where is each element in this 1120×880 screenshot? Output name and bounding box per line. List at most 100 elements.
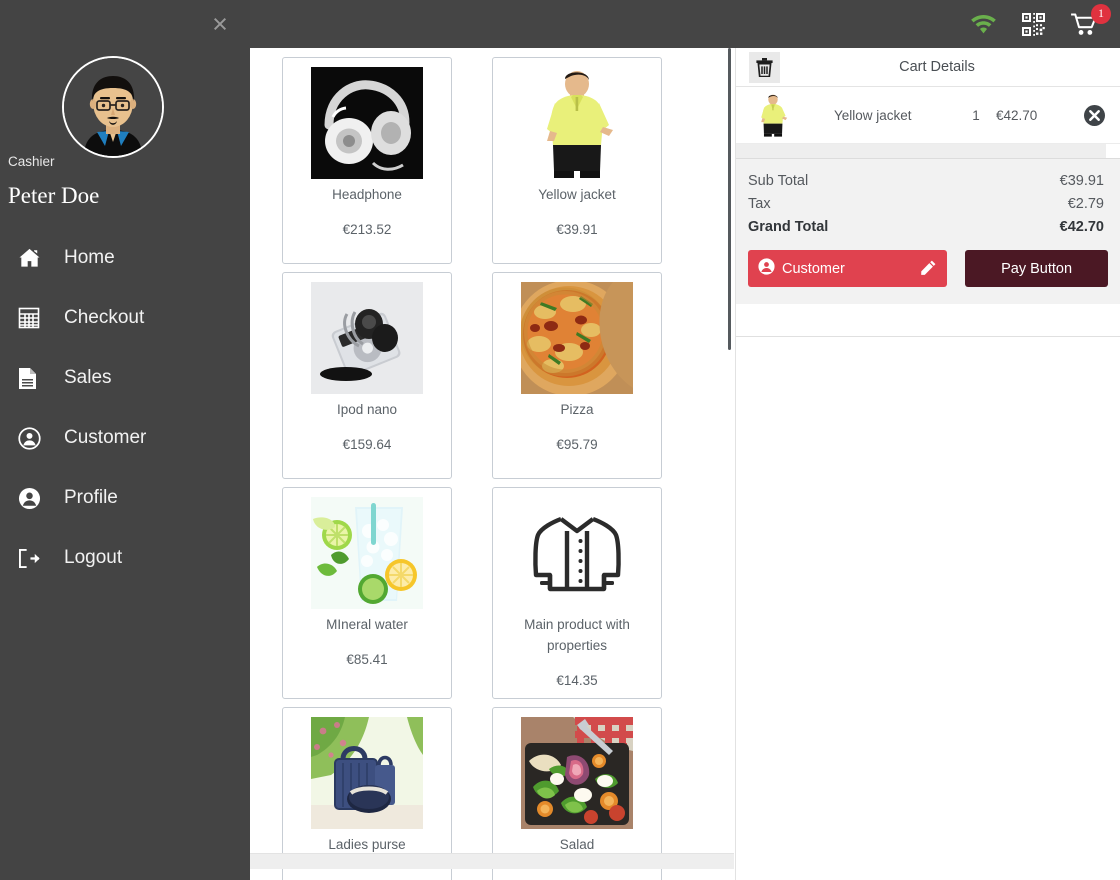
grand-total-value: €42.70: [1059, 219, 1104, 235]
avatar-illustration-icon: [64, 58, 162, 156]
product-image: [521, 67, 633, 179]
jacket-placeholder-icon: [533, 516, 621, 592]
product-price: €213.52: [342, 221, 392, 237]
cart-item-quantity: 1: [972, 107, 980, 123]
sidebar-item-logout[interactable]: Logout: [0, 528, 250, 588]
grid-gap: [452, 57, 492, 264]
product-name: Yellow jacket: [538, 187, 616, 202]
product-price: €159.64: [342, 436, 392, 452]
headphone-photo: [311, 67, 423, 179]
cart-horizontal-scrollbar[interactable]: [736, 144, 1120, 159]
sidebar: × Cashier Peter Doe Home Checkout Sales …: [0, 0, 250, 880]
subtotal-value: €39.91: [1059, 173, 1104, 189]
cart-panel: Cart Details Yellow jacket 1 €42.70 Sub …: [736, 48, 1120, 336]
sidebar-item-label: Customer: [64, 427, 147, 448]
pay-button[interactable]: Pay Button: [965, 250, 1108, 287]
cart-count-badge: 1: [1091, 3, 1111, 24]
pos-application: × Cashier Peter Doe Home Checkout Sales …: [0, 0, 1120, 880]
cart-actions: Customer Pay Button: [736, 239, 1120, 304]
cart-panel-bottom-edge: [736, 336, 1120, 337]
tax-value: €2.79: [1067, 196, 1104, 212]
subtotal-label: Sub Total: [748, 173, 809, 189]
sidebar-item-profile[interactable]: Profile: [0, 468, 250, 528]
product-image: [521, 716, 633, 829]
sidebar-item-label: Profile: [64, 487, 118, 508]
product-image: [311, 716, 423, 829]
cart-totals: Sub Total €39.91 Tax €2.79 Grand Total €…: [736, 159, 1120, 239]
mineral-water-photo: [311, 497, 423, 609]
yellow-jacket-photo: [521, 67, 633, 179]
product-card[interactable]: Yellow jacket €39.91: [492, 57, 662, 264]
product-name: Main product with properties: [524, 617, 630, 653]
salad-photo: [521, 716, 633, 829]
home-icon: [18, 248, 56, 268]
grand-total-label: Grand Total: [748, 219, 829, 235]
product-card[interactable]: Pizza €95.79: [492, 272, 662, 479]
wifi-icon[interactable]: [971, 14, 996, 34]
product-name: Ipod nano: [336, 402, 398, 417]
product-card[interactable]: Headphone €213.52: [282, 57, 452, 264]
sidebar-close-icon[interactable]: ×: [204, 8, 236, 40]
sidebar-item-customer[interactable]: Customer: [0, 408, 250, 468]
trash-icon: [756, 58, 773, 77]
clear-cart-button[interactable]: [749, 52, 780, 83]
document-icon: [18, 367, 56, 390]
product-image: [521, 497, 633, 609]
tax-label: Tax: [748, 196, 771, 212]
qrcode-icon[interactable]: [1022, 12, 1045, 36]
grand-total-row: Grand Total €42.70: [748, 216, 1104, 239]
product-pane-horizontal-scrollbar[interactable]: [250, 853, 734, 869]
product-name: Pizza: [560, 402, 594, 417]
grid-gap: [452, 487, 492, 699]
cart-item-row[interactable]: Yellow jacket 1 €42.70: [736, 87, 1120, 144]
product-name: Headphone: [332, 187, 402, 202]
product-card[interactable]: MIneral water €85.41: [282, 487, 452, 699]
avatar: [62, 56, 164, 158]
cart-item-remove-button[interactable]: [1068, 104, 1120, 126]
user-role-label: Cashier: [8, 154, 55, 169]
cart-details-title: Cart Details: [899, 59, 975, 75]
sidebar-nav: Home Checkout Sales Customer Profile Log…: [0, 228, 250, 588]
sidebar-item-label: Logout: [64, 547, 123, 568]
calculator-icon: [18, 307, 56, 329]
ladies-purse-photo: [311, 716, 423, 829]
cart-item-price: €42.70: [996, 107, 1038, 123]
tax-row: Tax €2.79: [748, 193, 1104, 216]
sidebar-item-checkout[interactable]: Checkout: [0, 288, 250, 348]
product-image: [521, 282, 633, 394]
cart-item-name: Yellow jacket: [834, 107, 912, 123]
pizza-photo: [521, 282, 633, 394]
pencil-icon[interactable]: [921, 260, 936, 279]
product-image: [311, 67, 423, 179]
user-circle-icon: [18, 426, 56, 450]
sidebar-item-home[interactable]: Home: [0, 228, 250, 288]
shopping-cart-icon[interactable]: 1: [1071, 3, 1111, 36]
pay-button-label: Pay Button: [1001, 260, 1073, 277]
logout-icon: [18, 548, 56, 569]
product-price: €85.41: [346, 651, 388, 667]
subtotal-row: Sub Total €39.91: [748, 170, 1104, 193]
product-grid: Headphone €213.52 Yellow jacket €39.91 I…: [282, 57, 662, 880]
ipod-nano-photo: [311, 282, 423, 394]
user-avatar-icon: [18, 487, 56, 510]
product-price: €95.79: [556, 436, 598, 452]
customer-button[interactable]: Customer: [748, 250, 948, 287]
customer-button-label: Customer: [782, 260, 845, 277]
product-pane-scrollbar-thumb[interactable]: [728, 48, 731, 350]
sidebar-item-label: Sales: [64, 367, 112, 388]
product-image: [311, 497, 423, 609]
product-grid-pane: Headphone €213.52 Yellow jacket €39.91 I…: [250, 48, 736, 880]
product-card[interactable]: Main product with properties €14.35: [492, 487, 662, 699]
sidebar-item-sales[interactable]: Sales: [0, 348, 250, 408]
grid-gap: [452, 272, 492, 479]
yellow-jacket-photo: [751, 93, 795, 137]
product-price: €14.35: [556, 672, 598, 688]
user-name-label: Peter Doe: [8, 183, 100, 208]
sidebar-item-label: Checkout: [64, 307, 145, 328]
cart-items-list: Yellow jacket 1 €42.70: [736, 87, 1120, 144]
product-card[interactable]: Ipod nano €159.64: [282, 272, 452, 479]
top-header-bar: 1: [250, 0, 1120, 48]
product-image: [311, 282, 423, 394]
remove-circle-icon: [1083, 104, 1105, 126]
cart-header: Cart Details: [736, 48, 1120, 87]
